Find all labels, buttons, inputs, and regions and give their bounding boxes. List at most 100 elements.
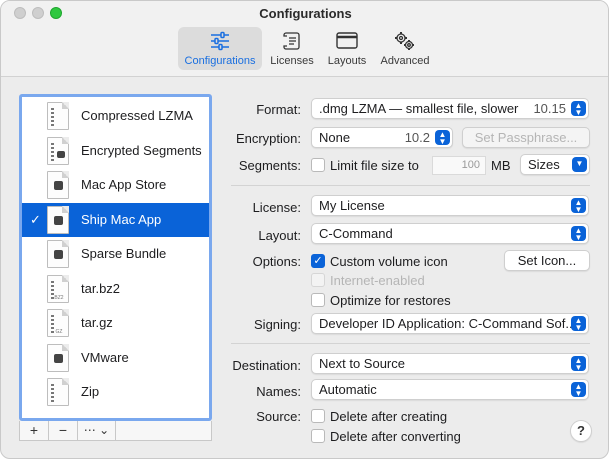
format-version: 10.15 (533, 101, 566, 116)
license-popup[interactable]: My License ▲ ▼ (311, 195, 589, 216)
archive-document-icon: BZ2 (47, 274, 69, 303)
chevron-updown-icon: ▲ ▼ (571, 382, 586, 398)
chevron-updown-icon: ▲ ▼ (571, 198, 586, 214)
options-label: Options: (252, 254, 301, 269)
license-value: My License (319, 198, 385, 213)
tab-advanced-label: Advanced (380, 55, 430, 67)
encryption-version: 10.2 (404, 130, 430, 145)
list-item-label: Encrypted Segments (81, 142, 202, 158)
segment-size-unit: MB (491, 158, 511, 173)
checkmark-icon: ✓ (30, 211, 41, 227)
internet-enabled-label: Internet-enabled (330, 273, 425, 288)
list-item-label: Ship Mac App (81, 211, 162, 227)
tab-layouts[interactable]: Layouts (323, 27, 371, 70)
document-icon (47, 240, 69, 268)
chevron-updown-icon: ▲ ▼ (571, 356, 586, 372)
destination-value: Next to Source (319, 356, 405, 371)
sliders-icon (211, 31, 229, 51)
signing-popup[interactable]: Developer ID Application: C-Command Sof.… (311, 313, 589, 334)
names-popup[interactable]: Automatic ▲ ▼ (311, 379, 589, 400)
encryption-value: None (319, 130, 351, 145)
segment-size-field[interactable]: 100 (432, 156, 486, 175)
chevron-updown-icon: ▲ ▼ (571, 316, 586, 332)
names-value: Automatic (319, 382, 377, 397)
license-label: License: (252, 200, 301, 215)
remove-configuration-button[interactable]: − (49, 421, 78, 440)
more-actions-button[interactable]: ⋯ ⌄ (78, 421, 116, 440)
tab-licenses[interactable]: Licenses (266, 27, 318, 70)
custom-volume-icon-label: Custom volume icon (330, 254, 448, 269)
list-item-ship-mac-app[interactable]: ✓ Ship Mac App (22, 202, 209, 237)
encryption-popup[interactable]: None 10.2 ▲ ▼ (311, 127, 453, 148)
configurations-list[interactable]: Compressed LZMA Encrypted Segments Mac A… (19, 94, 212, 421)
destination-label: Destination: (232, 358, 301, 373)
signing-value: Developer ID Application: C-Command Sof.… (319, 316, 577, 331)
toolbar: Configurations Configurations Licenses L… (1, 1, 608, 77)
tab-licenses-label: Licenses (270, 55, 314, 67)
chevron-updown-icon: ▲ ▼ (571, 101, 586, 117)
window-icon (336, 32, 358, 49)
sizes-popup[interactable]: Sizes ▼ (520, 154, 590, 175)
app-store-document-icon (47, 171, 69, 199)
list-item-tar-gz[interactable]: GZ tar.gz (22, 306, 209, 341)
list-item-sparse-bundle[interactable]: Sparse Bundle (22, 237, 209, 272)
zipped-document-icon (47, 102, 69, 130)
list-item-zip[interactable]: Zip (22, 375, 209, 410)
tab-layouts-label: Layouts (327, 55, 367, 67)
window-title: Configurations (259, 6, 352, 21)
chevron-updown-icon: ▲ ▼ (435, 130, 450, 146)
tab-configurations-label: Configurations (184, 55, 256, 67)
format-popup[interactable]: .dmg LZMA — smallest file, slower 10.15 … (311, 98, 589, 119)
set-passphrase-button[interactable]: Set Passphrase... (462, 127, 590, 148)
add-configuration-button[interactable]: + (20, 421, 49, 440)
delete-after-converting-label: Delete after converting (330, 429, 461, 444)
vm-document-icon (47, 343, 69, 372)
format-label: Format: (256, 102, 301, 117)
encryption-label: Encryption: (235, 131, 301, 146)
layout-label: Layout: (258, 228, 301, 243)
list-item-label: Compressed LZMA (81, 108, 193, 123)
list-item-tar-bz2[interactable]: BZ2 tar.bz2 (22, 272, 209, 307)
scroll-icon (283, 32, 300, 50)
list-item-compressed-lzma[interactable]: Compressed LZMA (22, 99, 209, 134)
configurations-window: Configurations Configurations Licenses L… (0, 0, 609, 459)
app-document-icon (47, 205, 69, 234)
archive-document-icon: GZ (47, 309, 69, 337)
set-icon-button[interactable]: Set Icon... (504, 250, 590, 271)
locked-document-icon (47, 136, 69, 165)
list-item-vmware[interactable]: VMware (22, 341, 209, 376)
destination-popup[interactable]: Next to Source ▲ ▼ (311, 353, 589, 374)
format-value: .dmg LZMA — smallest file, slower (319, 101, 519, 116)
gears-icon (395, 32, 414, 50)
segments-label: Segments: (238, 158, 301, 173)
delete-after-creating-checkbox[interactable] (311, 409, 325, 423)
separator (231, 185, 590, 186)
optimize-for-restores-checkbox[interactable] (311, 293, 325, 307)
sizes-value: Sizes (528, 157, 560, 172)
list-item-mac-app-store[interactable]: Mac App Store (22, 168, 209, 203)
limit-file-size-checkbox[interactable] (311, 158, 325, 172)
tab-configurations[interactable]: Configurations (178, 27, 262, 70)
signing-label: Signing: (254, 317, 301, 332)
help-button[interactable]: ? (570, 420, 592, 442)
list-item-label: tar.gz (81, 315, 113, 330)
separator (231, 343, 590, 344)
delete-after-converting-checkbox[interactable] (311, 429, 325, 443)
list-item-label: VMware (81, 349, 129, 365)
tab-advanced[interactable]: Advanced (376, 27, 434, 70)
optimize-for-restores-label: Optimize for restores (330, 293, 451, 308)
internet-enabled-checkbox[interactable] (311, 273, 325, 287)
list-item-label: Zip (81, 384, 100, 399)
source-label: Source: (256, 409, 301, 424)
list-item-label: tar.bz2 (81, 280, 121, 296)
chevron-updown-icon: ▲ ▼ (571, 226, 586, 242)
delete-after-creating-label: Delete after creating (330, 409, 448, 424)
layout-popup[interactable]: C-Command ▲ ▼ (311, 223, 589, 244)
list-item-label: Mac App Store (81, 177, 167, 192)
chevron-down-icon: ▼ (572, 157, 587, 172)
list-item-encrypted-segments[interactable]: Encrypted Segments (22, 134, 209, 169)
list-controls: + − ⋯ ⌄ (19, 421, 212, 441)
names-label: Names: (256, 384, 301, 399)
limit-file-size-label: Limit file size to (330, 158, 419, 173)
custom-volume-icon-checkbox[interactable]: ✓ (311, 254, 325, 268)
